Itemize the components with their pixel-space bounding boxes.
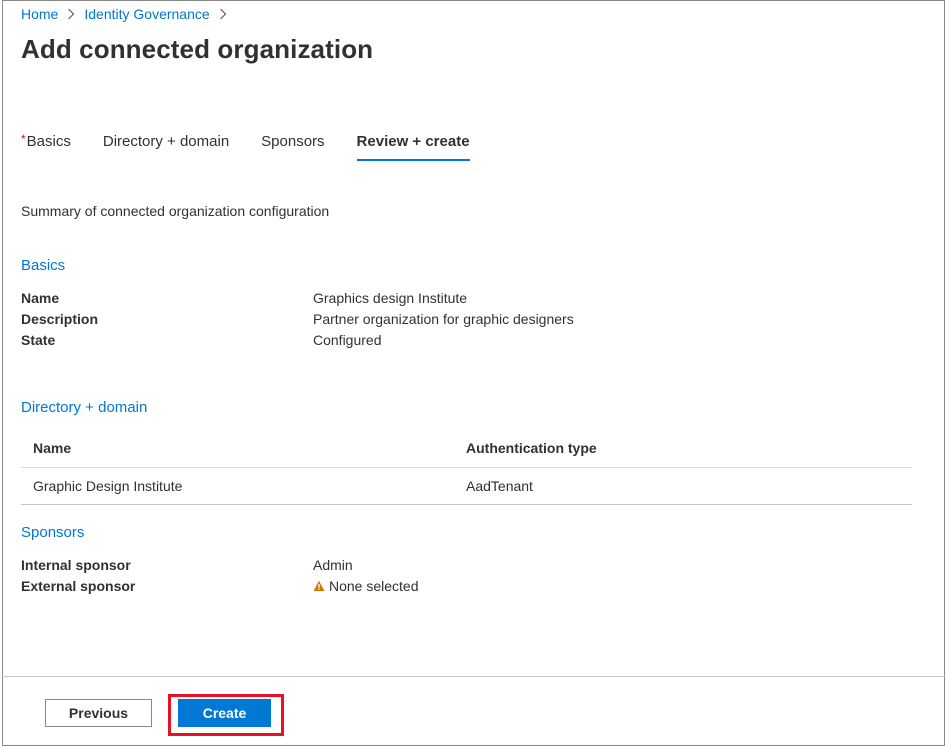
detail-row: External sponsor None selected bbox=[21, 576, 419, 597]
tab-label: Sponsors bbox=[261, 133, 325, 150]
previous-button[interactable]: Previous bbox=[45, 699, 152, 727]
chevron-right-icon bbox=[219, 8, 227, 20]
detail-key: Internal sponsor bbox=[21, 557, 131, 573]
tab-label: Review + create bbox=[356, 133, 470, 150]
detail-key: Name bbox=[21, 290, 60, 306]
detail-key: Description bbox=[21, 311, 99, 327]
detail-value: Configured bbox=[313, 332, 382, 348]
detail-value-with-icon: None selected bbox=[313, 576, 419, 597]
breadcrumb-home[interactable]: Home bbox=[21, 6, 58, 22]
directory-domain-heading: Directory + domain bbox=[21, 399, 148, 416]
detail-value: Admin bbox=[313, 557, 353, 573]
detail-row: State Configured bbox=[21, 330, 574, 351]
footer-divider bbox=[2, 676, 945, 677]
tab-label: Directory + domain bbox=[102, 133, 230, 150]
detail-key: State bbox=[21, 332, 56, 348]
table-row: Graphic Design Institute AadTenant bbox=[21, 468, 912, 505]
sponsors-details: Internal sponsor Admin External sponsor No… bbox=[21, 555, 419, 597]
detail-row: Name Graphics design Institute bbox=[21, 288, 574, 309]
required-asterisk: * bbox=[21, 132, 26, 146]
warning-icon bbox=[313, 580, 325, 592]
detail-value: Graphics design Institute bbox=[313, 290, 468, 306]
breadcrumb-identity-governance[interactable]: Identity Governance bbox=[84, 6, 209, 22]
tab-review-create[interactable]: Review + create bbox=[356, 133, 470, 161]
table-cell: AadTenant bbox=[466, 478, 533, 494]
tab-sponsors[interactable]: Sponsors bbox=[261, 133, 324, 161]
chevron-right-icon bbox=[67, 8, 75, 20]
page-title: Add connected organization bbox=[21, 34, 374, 64]
table-header: Name Authentication type bbox=[21, 429, 912, 468]
basics-details: Name Graphics design Institute Descriptio… bbox=[21, 288, 574, 351]
detail-key: External sponsor bbox=[21, 578, 136, 594]
detail-value: Partner organization for graphic designe… bbox=[313, 311, 574, 327]
column-header-auth-type: Authentication type bbox=[466, 440, 597, 456]
breadcrumb: Home Identity Governance bbox=[21, 6, 236, 22]
highlight-box bbox=[168, 694, 284, 736]
detail-row: Internal sponsor Admin bbox=[21, 555, 419, 576]
directory-table: Name Authentication type Graphic Design … bbox=[21, 429, 912, 505]
basics-heading: Basics bbox=[21, 257, 66, 274]
tab-basics[interactable]: *Basics bbox=[21, 132, 71, 161]
tab-label: Basics bbox=[26, 133, 71, 150]
wizard-tabs: *Basics Directory + domain Sponsors Revi… bbox=[21, 132, 502, 161]
sponsors-heading: Sponsors bbox=[21, 524, 85, 541]
panel-frame bbox=[2, 0, 945, 746]
detail-row: Description Partner organization for grap… bbox=[21, 309, 574, 330]
tab-directory-domain[interactable]: Directory + domain bbox=[103, 133, 229, 161]
table-cell: Graphic Design Institute bbox=[33, 478, 183, 494]
detail-value: None selected bbox=[329, 578, 419, 594]
column-header-name: Name bbox=[33, 440, 72, 456]
summary-text: Summary of connected organization config… bbox=[21, 203, 330, 219]
